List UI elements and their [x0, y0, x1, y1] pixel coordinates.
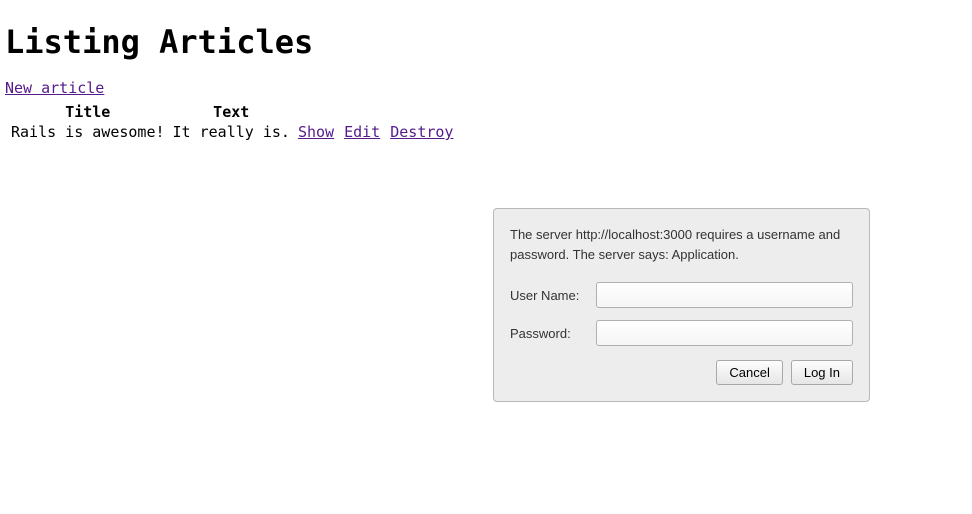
password-label: Password:	[510, 326, 596, 341]
username-input[interactable]	[596, 282, 853, 308]
destroy-link[interactable]: Destroy	[390, 123, 453, 141]
username-label: User Name:	[510, 288, 596, 303]
cancel-button[interactable]: Cancel	[716, 360, 782, 385]
cell-title: Rails is awesome!	[9, 123, 167, 141]
show-link[interactable]: Show	[298, 123, 334, 141]
articles-table: Title Text Rails is awesome! It really i…	[5, 101, 460, 143]
new-article-link[interactable]: New article	[5, 79, 104, 97]
dialog-message: The server http://localhost:3000 require…	[510, 225, 853, 264]
table-header-title: Title	[9, 103, 167, 121]
table-header-text: Text	[171, 103, 292, 121]
auth-dialog: The server http://localhost:3000 require…	[493, 208, 870, 402]
login-button[interactable]: Log In	[791, 360, 853, 385]
edit-link[interactable]: Edit	[344, 123, 380, 141]
table-row: Rails is awesome! It really is. Show Edi…	[9, 123, 456, 141]
password-input[interactable]	[596, 320, 853, 346]
page-title: Listing Articles	[5, 23, 967, 61]
cell-text: It really is.	[171, 123, 292, 141]
